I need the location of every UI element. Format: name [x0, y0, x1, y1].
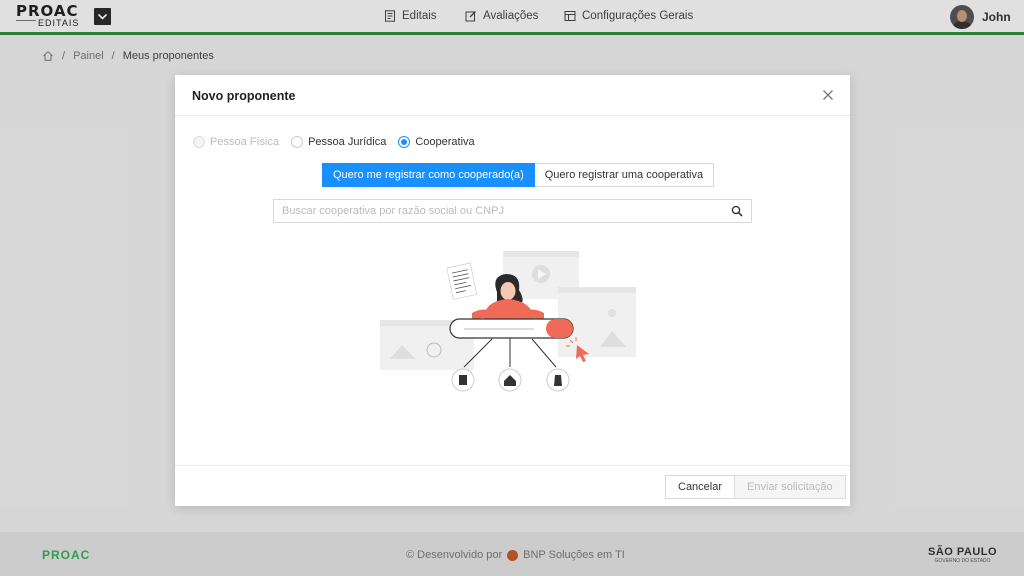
- search-icon[interactable]: [731, 205, 743, 217]
- send-request-button[interactable]: Enviar solicitação: [734, 475, 846, 499]
- close-icon[interactable]: [822, 89, 834, 101]
- radio-pessoa-fisica: Pessoa Física: [193, 136, 279, 148]
- radio-pessoa-juridica[interactable]: Pessoa Jurídica: [291, 136, 386, 148]
- proponent-type-radio-group: Pessoa Física Pessoa Jurídica Cooperativ…: [193, 136, 475, 148]
- cooperative-search-input[interactable]: [274, 200, 714, 222]
- cooperative-search: [273, 199, 752, 223]
- modal-title: Novo proponente: [192, 89, 296, 103]
- modal-header: Novo proponente: [175, 75, 850, 116]
- new-proponent-modal: Novo proponente Pessoa Física Pessoa Jur…: [175, 75, 850, 506]
- tab-register-as-member[interactable]: Quero me registrar como cooperado(a): [322, 163, 535, 187]
- cancel-button[interactable]: Cancelar: [665, 475, 736, 499]
- radio-cooperativa[interactable]: Cooperativa: [398, 136, 475, 148]
- tab-register-cooperative[interactable]: Quero registrar uma cooperativa: [534, 163, 715, 187]
- search-illustration: [380, 251, 636, 392]
- registration-mode-toggle: Quero me registrar como cooperado(a) Que…: [322, 163, 715, 187]
- modal-footer: Cancelar Enviar solicitação: [175, 465, 850, 506]
